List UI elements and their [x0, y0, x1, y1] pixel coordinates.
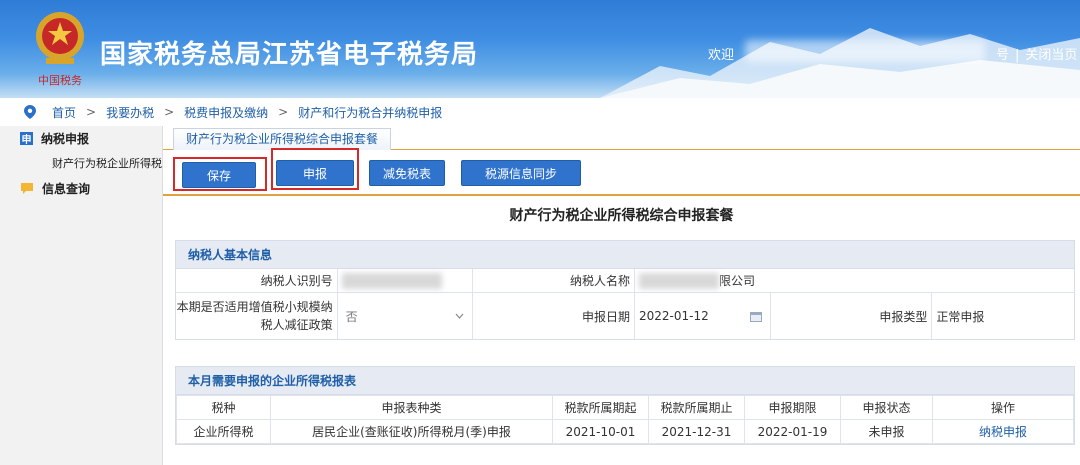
taxpayer-basic-info-section: 纳税人基本信息 纳税人识别号 纳税人名称 限公司 本期是否适用增值税小规模纳 税… [175, 240, 1075, 340]
policy-select-value: 否 [345, 309, 358, 324]
declare-button[interactable]: 申报 [276, 160, 354, 186]
col-tax-type: 税种 [176, 395, 271, 420]
save-button[interactable]: 保存 [182, 162, 256, 188]
location-pin-icon [24, 105, 36, 119]
sidebar: 申 纳税申报 财产行为税企业所得税 信息查询 [0, 126, 163, 465]
declare-type-label: 申报类型 [771, 293, 933, 339]
sidebar-group-label: 纳税申报 [41, 131, 90, 146]
cit-forms-table: 税种 申报表种类 税款所属期起 税款所属期止 申报期限 申报状态 操作 企业所得… [176, 395, 1074, 444]
declare-date-label: 申报日期 [473, 293, 635, 339]
taxpayer-name-suffix: 限公司 [718, 274, 755, 288]
taxpayer-id-label: 纳税人识别号 [176, 269, 338, 292]
table-header-row: 税种 申报表种类 税款所属期起 税款所属期止 申报期限 申报状态 操作 [176, 395, 1074, 420]
calendar-icon[interactable] [749, 311, 762, 322]
col-form-type: 申报表种类 [270, 395, 553, 420]
col-period-end: 税款所属期止 [648, 395, 745, 420]
reduction-table-button[interactable]: 减免税表 [369, 160, 445, 186]
table-row: 企业所得税 居民企业(查账征收)所得税月(季)申报 2021-10-01 202… [176, 419, 1074, 444]
close-page-link[interactable]: 关闭当页 [1025, 48, 1077, 63]
declare-date-value: 2022-01-12 [638, 309, 709, 323]
tab-property-tax-package[interactable]: 财产行为税企业所得税综合申报套餐 [173, 128, 392, 150]
tax-emblem-logo: 中国税务 [36, 12, 84, 87]
monthly-cit-forms-section: 本月需要申报的企业所得税报表 税种 申报表种类 税款所属期起 税款所属期止 申报… [175, 366, 1075, 445]
col-deadline: 申报期限 [744, 395, 841, 420]
cell-status: 未申报 [840, 419, 933, 444]
cell-form-type: 居民企业(查账征收)所得税月(季)申报 [270, 419, 553, 444]
cell-tax-type: 企业所得税 [176, 419, 271, 444]
declare-type-value: 正常申报 [936, 309, 985, 324]
toolbar-divider [163, 194, 1080, 196]
sidebar-group-info-query[interactable]: 信息查询 [0, 176, 162, 200]
section-header: 纳税人基本信息 [176, 241, 1074, 269]
tab-bar: 财产行为税企业所得税综合申报套餐 [163, 126, 1080, 150]
site-title: 国家税务总局江苏省电子税务局 [100, 40, 479, 70]
col-period-start: 税款所属期起 [552, 395, 649, 420]
section-header: 本月需要申报的企业所得税报表 [176, 367, 1074, 395]
source-sync-button[interactable]: 税源信息同步 [461, 160, 581, 186]
breadcrumb-tax-declaration[interactable]: 税费申报及缴纳 [184, 104, 268, 121]
declare-tax-link[interactable]: 纳税申报 [932, 419, 1074, 444]
welcome-text: 欢迎 [708, 48, 735, 63]
cell-deadline: 2022-01-19 [744, 419, 841, 444]
sidebar-item-property-tax[interactable]: 财产行为税企业所得税 [0, 150, 162, 176]
cell-period-start: 2021-10-01 [552, 419, 649, 444]
breadcrumb-property-behavior-tax[interactable]: 财产和行为税合并纳税申报 [298, 104, 442, 121]
sidebar-group-declaration[interactable]: 申 纳税申报 [0, 126, 162, 150]
policy-select[interactable]: 否 [338, 293, 474, 339]
declare-date-field[interactable]: 2022-01-12 [635, 293, 771, 339]
redacted-username [745, 40, 985, 62]
cell-period-end: 2021-12-31 [648, 419, 745, 444]
info-row: 纳税人识别号 纳税人名称 限公司 [176, 269, 1074, 293]
form-title: 财产行为税企业所得税综合申报套餐 [509, 208, 734, 224]
taxpayer-name-label: 纳税人名称 [473, 269, 635, 292]
policy-label: 本期是否适用增值税小规模纳 税人减征政策 [176, 293, 338, 339]
declaration-badge-icon: 申 [20, 131, 33, 146]
breadcrumb-home[interactable]: 首页 [52, 104, 76, 121]
taxpayer-name-value: 限公司 [635, 269, 1074, 292]
toolbar: 保存 申报 减免税表 税源信息同步 [163, 148, 1080, 196]
col-status: 申报状态 [840, 395, 933, 420]
info-row: 本期是否适用增值税小规模纳 税人减征政策 否 申报日期 2022-01-12 申… [176, 293, 1074, 339]
breadcrumb: 首页 > 我要办税 > 税费申报及缴纳 > 财产和行为税合并纳税申报 [0, 98, 1080, 126]
header-banner: 中国税务 国家税务总局江苏省电子税务局 欢迎 号 | 关闭当页 [0, 0, 1080, 98]
taxpayer-id-value [338, 269, 474, 292]
chevron-down-icon [455, 313, 464, 319]
chat-bubble-icon [21, 182, 33, 194]
breadcrumb-tax-handling[interactable]: 我要办税 [106, 104, 154, 121]
sidebar-group-label: 信息查询 [42, 181, 91, 196]
header-links: 号 | 关闭当页 [996, 48, 1078, 63]
header-link-fragment[interactable]: 号 [996, 48, 1009, 63]
col-action: 操作 [932, 395, 1074, 420]
svg-text:中国税务: 中国税务 [38, 73, 82, 87]
